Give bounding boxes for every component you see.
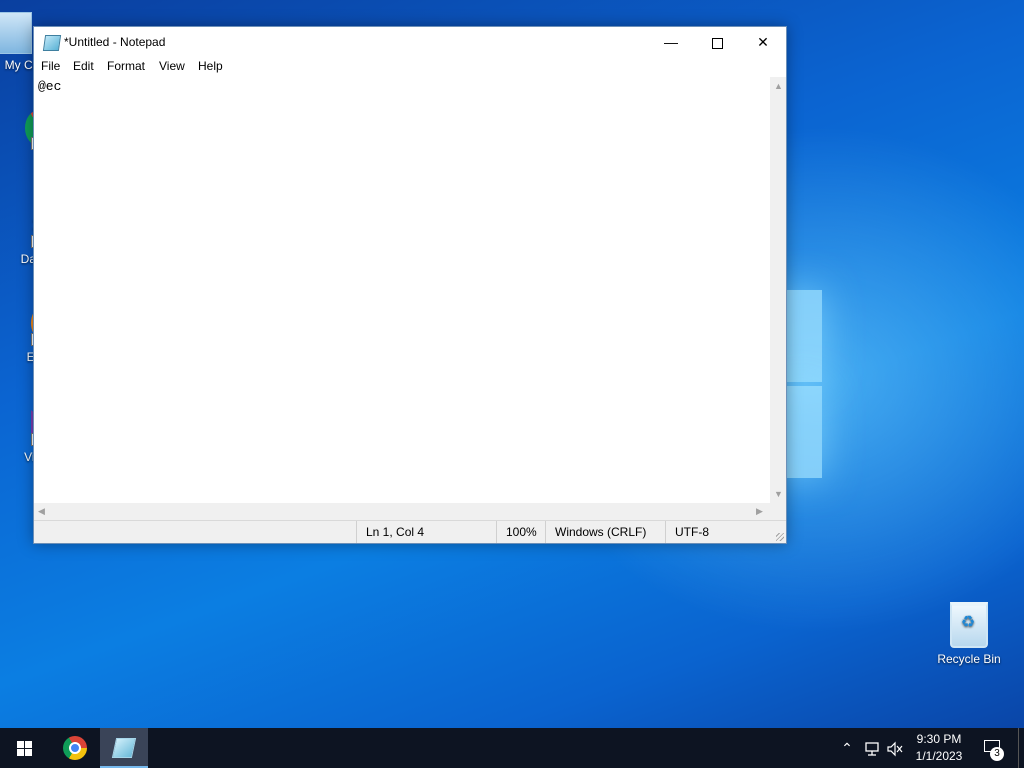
status-position: Ln 1, Col 4	[356, 521, 496, 543]
notepad-window[interactable]: *Untitled - Notepad — ✕ File Edit Format…	[33, 26, 787, 544]
status-encoding: UTF-8	[665, 521, 775, 543]
horizontal-scrollbar[interactable]: ◀ ▶	[34, 503, 770, 520]
windows-start-icon	[17, 741, 32, 756]
desktop-icon-label: Recycle Bin	[937, 652, 1001, 666]
clock-time: 9:30 PM	[916, 732, 962, 746]
chevron-up-icon[interactable]: ⌃	[838, 728, 856, 768]
taskbar-notepad[interactable]	[100, 728, 148, 768]
action-center-button[interactable]: 3	[978, 728, 1012, 768]
network-icon[interactable]	[861, 728, 883, 768]
chrome-icon	[63, 736, 87, 760]
menu-help[interactable]: Help	[198, 59, 223, 73]
volume-muted-icon[interactable]	[884, 728, 906, 768]
menu-file[interactable]: File	[41, 59, 60, 73]
status-bar: Ln 1, Col 4 100% Windows (CRLF) UTF-8	[34, 520, 786, 543]
text-editor[interactable]: @ec	[34, 77, 770, 503]
start-button[interactable]	[0, 728, 48, 768]
close-button[interactable]: ✕	[740, 27, 786, 57]
status-zoom: 100%	[496, 521, 546, 543]
desktop-icon-recycle-bin[interactable]: ♻ Recycle Bin	[932, 600, 1006, 667]
status-line-endings: Windows (CRLF)	[545, 521, 665, 543]
menu-edit[interactable]: Edit	[73, 59, 94, 73]
minimize-button[interactable]: —	[648, 27, 694, 57]
maximize-icon	[711, 37, 723, 49]
taskbar-chrome[interactable]	[52, 728, 98, 768]
menu-format[interactable]: Format	[107, 59, 145, 73]
minimize-icon: —	[664, 34, 678, 50]
scroll-up-icon[interactable]: ▲	[774, 81, 783, 91]
editor-content[interactable]: @ec	[38, 79, 61, 94]
window-title: *Untitled - Notepad	[64, 35, 166, 49]
folder-icon	[0, 12, 32, 54]
maximize-button[interactable]	[694, 27, 740, 57]
menu-bar: File Edit Format View Help	[34, 57, 786, 77]
taskbar: ⌃ 9:30 PM 1/1/2023 3	[0, 728, 1024, 768]
notification-count-badge: 3	[990, 747, 1004, 761]
scrollbar-corner	[770, 503, 786, 520]
clock-date: 1/1/2023	[915, 749, 963, 763]
notepad-icon	[111, 738, 137, 758]
resize-grip-icon[interactable]	[776, 533, 784, 541]
taskbar-clock[interactable]: 9:30 PM 1/1/2023	[908, 731, 970, 765]
vertical-scrollbar[interactable]: ▲ ▼	[770, 77, 786, 503]
close-icon: ✕	[757, 34, 769, 50]
scroll-down-icon[interactable]: ▼	[774, 489, 783, 499]
recycle-bin-icon: ♻	[950, 602, 988, 648]
scroll-right-icon[interactable]: ▶	[756, 506, 763, 517]
menu-view[interactable]: View	[159, 59, 185, 73]
notepad-icon	[42, 35, 62, 51]
scroll-left-icon[interactable]: ◀	[38, 506, 45, 517]
show-desktop-button[interactable]	[1018, 728, 1024, 768]
title-bar[interactable]: *Untitled - Notepad — ✕	[34, 27, 786, 57]
